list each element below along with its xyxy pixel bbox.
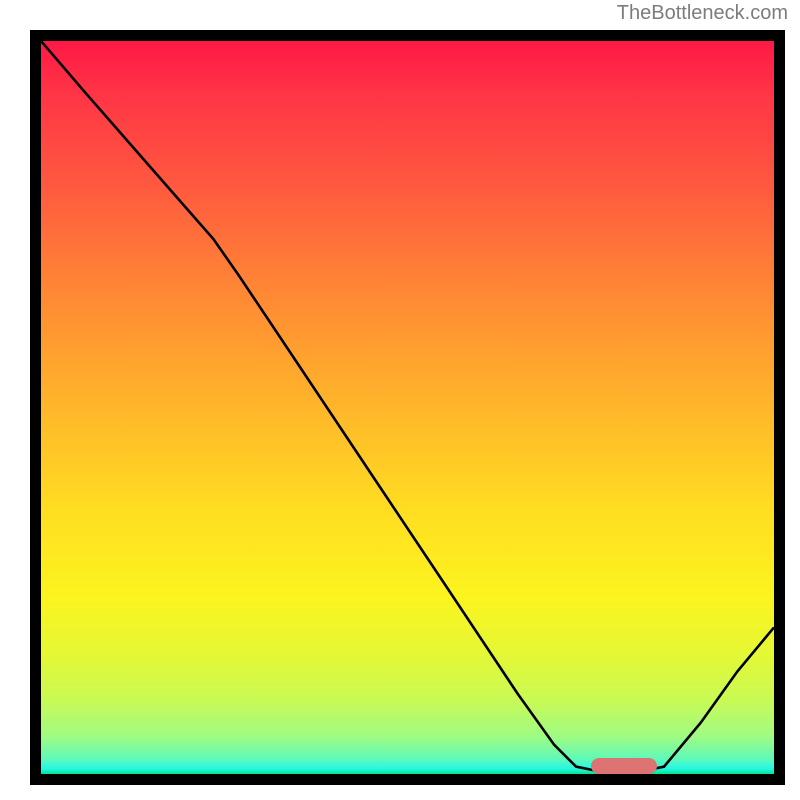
bottleneck-curve (41, 41, 774, 771)
curve-svg (41, 41, 774, 774)
optimal-range-marker (591, 758, 657, 774)
chart-frame (30, 30, 785, 785)
watermark-text: TheBottleneck.com (617, 2, 788, 25)
chart-plot-area (41, 41, 774, 774)
